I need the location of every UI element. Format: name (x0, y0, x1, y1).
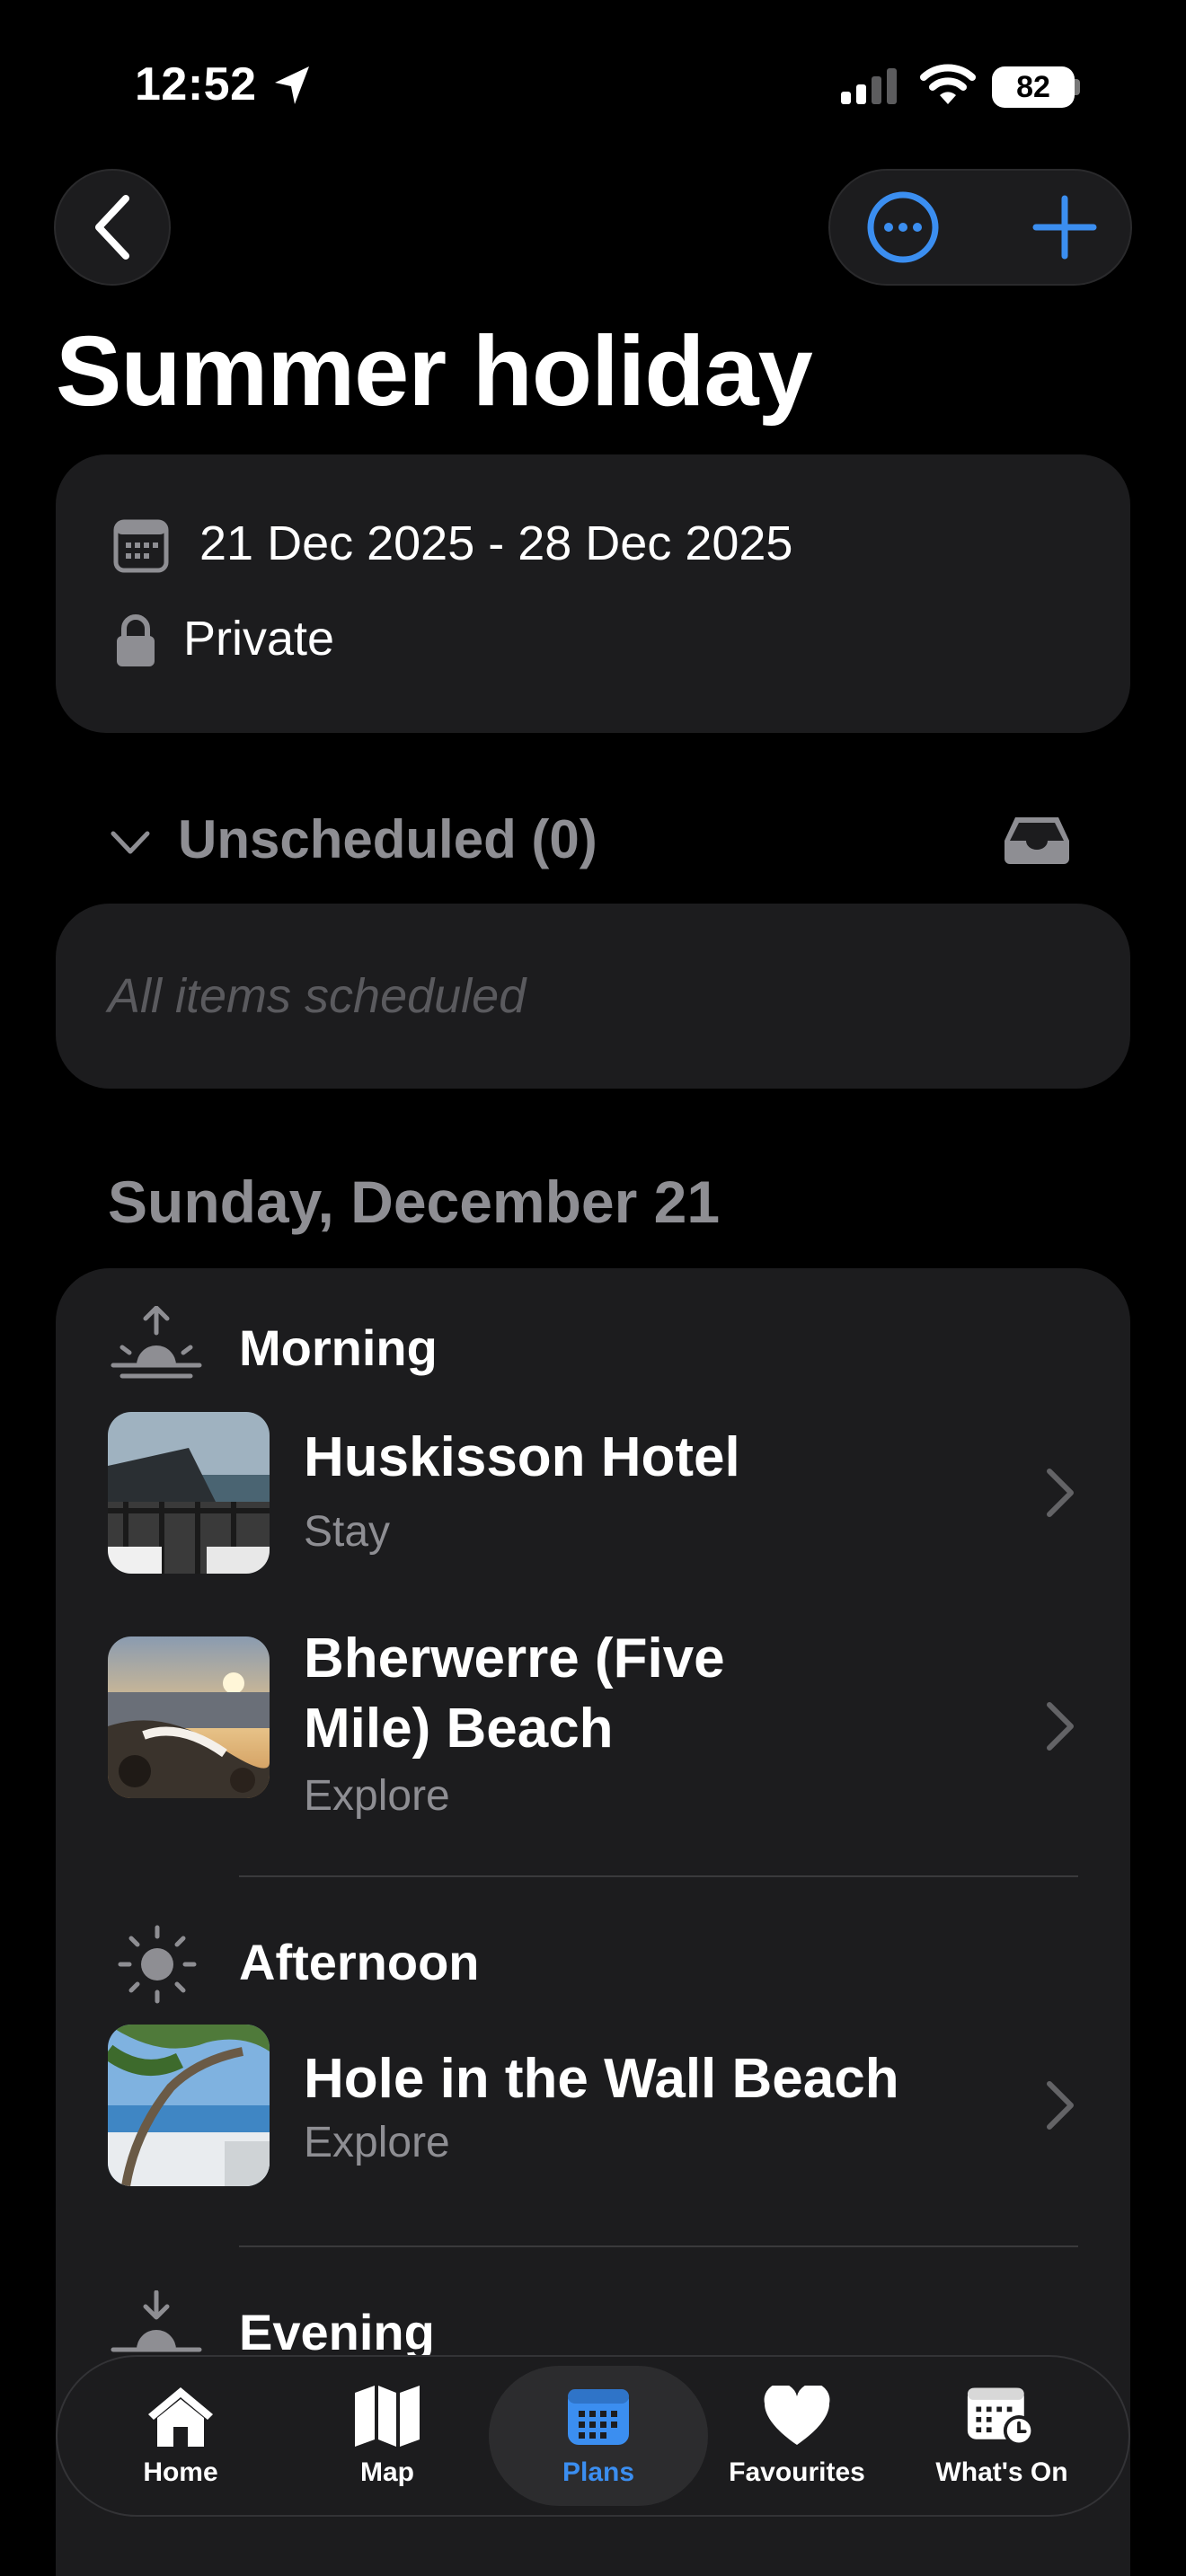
chevron-right-icon (1047, 1469, 1074, 1517)
map-icon (355, 2386, 420, 2447)
chevron-right-icon (1047, 1702, 1074, 1751)
item-title-line-2: Mile) Beach (304, 1698, 614, 1760)
item-category: Stay (304, 1508, 391, 1556)
period-divider (239, 1875, 1078, 1877)
list-item[interactable]: Hole in the Wall Beach Explore (108, 2025, 1096, 2186)
tab-home[interactable]: Home (77, 2366, 284, 2506)
item-thumbnail (108, 1412, 270, 1574)
unscheduled-header[interactable]: Unscheduled (0) (178, 808, 597, 870)
house-icon (148, 2387, 213, 2447)
sun-icon (118, 1925, 197, 2004)
wifi-icon (920, 64, 976, 104)
period-divider (239, 2245, 1078, 2247)
item-title: Hole in the Wall Beach (304, 2048, 899, 2110)
add-button[interactable] (1017, 180, 1112, 275)
trip-visibility: Private (183, 612, 335, 666)
trip-dates: 21 Dec 2025 - 28 Dec 2025 (199, 516, 793, 570)
heart-icon (764, 2386, 830, 2445)
period-label-evening: Evening (239, 2304, 435, 2360)
chevron-down-icon[interactable] (110, 828, 151, 857)
inbox-tray-icon[interactable] (1003, 814, 1071, 866)
battery-cap (1075, 79, 1080, 95)
trip-info-card (56, 454, 1130, 733)
list-item[interactable]: Huskisson Hotel Stay (108, 1412, 1096, 1574)
unscheduled-empty-text: All items scheduled (108, 969, 527, 1023)
tab-label: Favourites (729, 2457, 865, 2487)
item-title-line-1: Bherwerre (Five (304, 1628, 725, 1689)
lock-icon (117, 614, 155, 666)
period-label-morning: Morning (239, 1319, 438, 1376)
tab-plans[interactable]: Plans (489, 2366, 708, 2506)
tab-label: Home (143, 2457, 218, 2487)
back-button[interactable] (54, 169, 171, 286)
tab-label: Map (360, 2457, 414, 2487)
item-category: Explore (304, 1772, 450, 1820)
ellipsis-circle-icon (867, 191, 939, 263)
day-heading: Sunday, December 21 (108, 1169, 721, 1235)
item-category: Explore (304, 2119, 450, 2166)
sunrise-icon (111, 1306, 202, 1379)
location-arrow-icon (275, 66, 309, 104)
tab-whats-on[interactable]: What's On (898, 2366, 1105, 2506)
chevron-right-icon (1047, 2081, 1074, 2130)
status-time: 12:52 (135, 58, 257, 110)
plus-icon (1032, 195, 1097, 260)
item-thumbnail (108, 1636, 270, 1798)
battery-indicator: 82 (992, 66, 1075, 108)
tab-label: Plans (562, 2457, 635, 2487)
chevron-left-icon (95, 195, 129, 260)
item-thumbnail (108, 2025, 270, 2186)
page-title: Summer holiday (56, 316, 813, 427)
calendar-icon (113, 519, 169, 573)
sunset-icon (111, 2290, 202, 2352)
period-label-afternoon: Afternoon (239, 1934, 480, 1990)
tab-label: What's On (935, 2457, 1068, 2487)
calendar-icon (568, 2389, 629, 2445)
list-item[interactable]: Bherwerre (Five Mile) Beach Explore (108, 1624, 1096, 1822)
calendar-clock-icon (967, 2387, 1035, 2447)
more-options-button[interactable] (855, 180, 951, 275)
tab-map[interactable]: Map (284, 2366, 491, 2506)
cellular-signal-icon (841, 68, 897, 104)
tab-favourites[interactable]: Favourites (694, 2366, 900, 2506)
item-title: Huskisson Hotel (304, 1426, 740, 1488)
